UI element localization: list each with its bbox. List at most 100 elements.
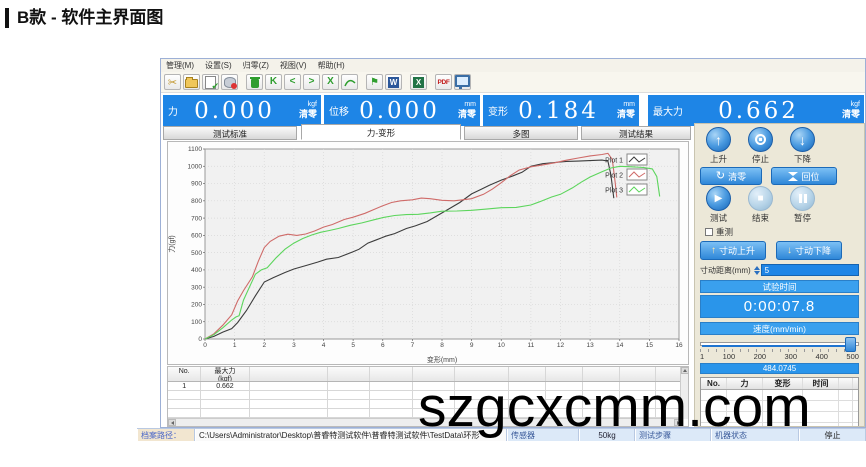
inch-distance-stepper[interactable] [754,266,760,275]
first-record-button[interactable]: K [265,74,282,90]
zero-button[interactable]: ↻清零 [700,167,762,185]
down-label: 下降 [794,153,811,165]
table-cell [620,367,657,381]
svg-text:16: 16 [675,342,683,349]
stop-button[interactable] [748,127,773,152]
motion-button-row: ↑ 上升 停止 ↓ 下降 [700,127,859,165]
table-cell [763,401,803,411]
table-cell [413,367,455,381]
table-cell [455,400,509,408]
slider-thumb[interactable] [845,337,856,352]
table-cell [803,390,839,400]
save-button[interactable] [202,74,219,90]
speed-slider[interactable] [700,341,859,347]
table-row[interactable] [701,390,858,401]
table-cell [370,391,412,399]
table-cell: 变形 [763,378,803,389]
delete-record-button[interactable] [246,74,263,90]
save-check-icon [205,76,216,89]
pause-button[interactable] [790,186,815,211]
pdf-icon: PDF [437,79,449,86]
table-row[interactable]: 10.662 [168,382,688,391]
test-button[interactable]: ▶ [706,186,731,211]
table-cell [370,382,412,390]
next-record-button[interactable]: > [303,74,320,90]
retest-checkbox[interactable] [705,228,713,236]
tab-multi-chart[interactable]: 多图 [464,126,578,140]
svg-text:Plot 1: Plot 1 [605,158,623,165]
menu-item-zero[interactable]: 归零(Z) [243,60,269,71]
table-cell [701,412,727,422]
table-row[interactable] [168,409,688,418]
excel-icon: X [413,77,424,88]
trash-icon [251,79,259,88]
clear-deformation-button[interactable]: 清零 [617,109,635,119]
tab-test-standard[interactable]: 测试标准 [163,126,297,140]
results-vertical-scrollbar[interactable] [680,367,688,419]
reset-icon: ↻ [716,171,725,182]
export-excel-button[interactable]: X [410,74,427,90]
monitor-button[interactable] [454,74,471,90]
results-table: No.最大力(kgf)10.662 [167,366,689,427]
inch-up-button[interactable]: ↑寸动上升 [700,241,766,260]
scroll-right-icon[interactable] [674,419,682,426]
table-row[interactable] [701,423,858,427]
table-cell [328,400,370,408]
speed-value: 484.0745 [700,363,859,374]
table-cell [455,391,509,399]
clear-force-button[interactable]: 清零 [299,109,317,119]
table-cell [803,401,839,411]
svg-text:1000: 1000 [188,163,203,170]
table-cell [727,390,763,400]
export-db-button[interactable] [221,74,238,90]
menu-item-view[interactable]: 视图(V) [280,60,307,71]
table-row[interactable] [168,400,688,409]
table-cell [168,400,201,408]
inch-distance-row: 寸动距离(mm) 5 [700,264,859,276]
table-cell [509,400,546,408]
scale-tick: 100 [723,352,736,361]
prev-record-button[interactable]: < [284,74,301,90]
menu-item-help[interactable]: 帮助(H) [318,60,345,71]
scroll-up-icon[interactable] [681,367,689,374]
menu-item-settings[interactable]: 设置(S) [205,60,232,71]
inch-down-button[interactable]: ↓寸动下降 [776,241,842,260]
file-path-label: 档案路径： [137,429,195,441]
table-cell [455,409,509,417]
end-button[interactable]: ■ [748,186,773,211]
table-row[interactable] [701,401,858,412]
results-horizontal-scrollbar[interactable] [168,418,682,426]
inch-down-icon: ↓ [787,245,792,256]
x-axis-label: 变形(mm) [427,355,457,364]
export-pdf-button[interactable]: PDF [435,74,452,90]
inch-down-label: 寸动下降 [795,244,831,257]
tab-force-deformation[interactable]: 力-变形 [301,124,461,140]
table-cell [620,409,657,417]
inch-distance-input[interactable]: 5 [761,264,859,276]
clear-displacement-button[interactable]: 清零 [458,109,476,119]
svg-text:0: 0 [198,336,202,343]
scroll-left-icon[interactable] [168,419,176,426]
clear-maxforce-button[interactable]: 清零 [842,109,860,119]
up-button[interactable]: ↑ [706,127,731,152]
table-cell [370,367,412,381]
svg-text:700: 700 [191,215,202,222]
table-cell [701,423,727,427]
table-row[interactable] [701,412,858,423]
table-cell [620,400,657,408]
database-icon [224,77,236,88]
curve-button[interactable] [341,74,358,90]
slider-track[interactable] [700,342,859,346]
down-button[interactable]: ↓ [790,127,815,152]
svg-text:900: 900 [191,181,202,188]
home-button[interactable]: 回位 [771,167,837,185]
table-cell [413,400,455,408]
export-word-button[interactable]: W [385,74,402,90]
last-record-button[interactable]: X [322,74,339,90]
menu-item-manage[interactable]: 管理(M) [166,60,194,71]
table-row[interactable] [168,391,688,400]
tab-test-results[interactable]: 测试结果 [581,126,691,140]
marker-button[interactable]: ⚑ [366,74,383,90]
cut-button[interactable]: ✂ [164,74,181,90]
open-file-button[interactable] [183,74,200,90]
